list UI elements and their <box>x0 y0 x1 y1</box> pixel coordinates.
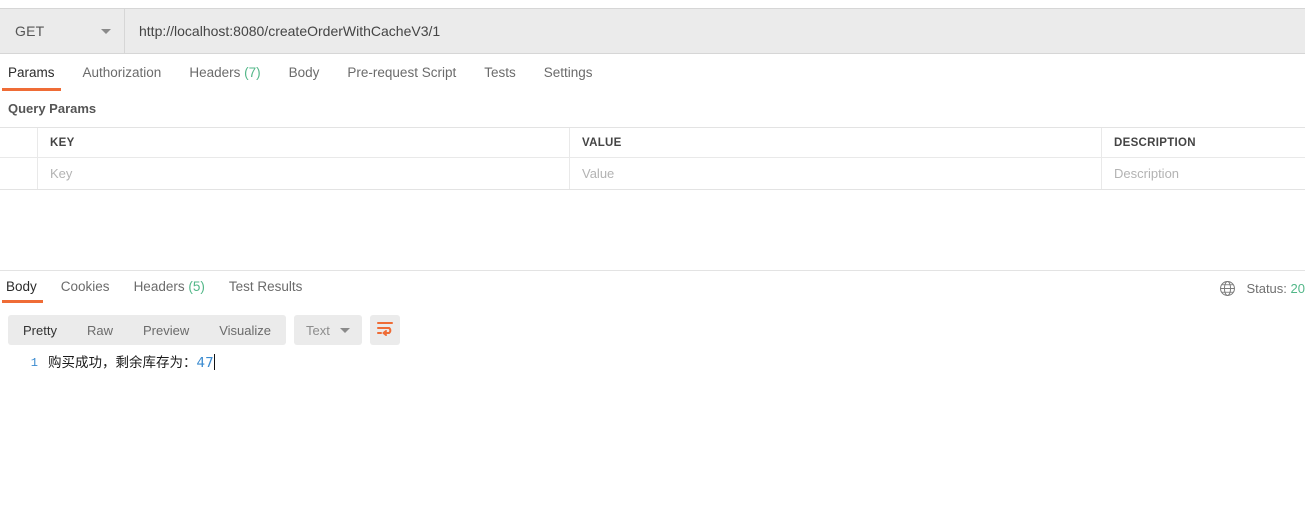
response-tab-bar: Body Cookies Headers (5) Test Results <box>0 276 1305 304</box>
response-body-viewer[interactable]: 1 购买成功，剩余库存为：47 <box>0 352 1305 517</box>
table-header-row: KEY VALUE DESCRIPTION <box>0 128 1305 158</box>
tab-authorization-label: Authorization <box>82 65 162 80</box>
response-tab-cookies-label: Cookies <box>60 279 110 294</box>
url-bar: GET <box>0 8 1305 54</box>
word-wrap-toggle-button[interactable] <box>369 315 400 345</box>
tab-body[interactable]: Body <box>275 60 334 91</box>
tab-body-label: Body <box>288 65 320 80</box>
response-view-toolbar: Pretty Raw Preview Visualize Text <box>8 315 400 345</box>
globe-icon[interactable] <box>1219 280 1236 297</box>
http-method-label: GET <box>15 23 45 39</box>
tab-headers[interactable]: Headers (7) <box>175 60 274 91</box>
http-method-select[interactable]: GET <box>0 9 125 53</box>
chevron-down-icon <box>101 28 111 34</box>
tab-headers-count: (7) <box>244 65 261 80</box>
view-mode-raw[interactable]: Raw <box>72 315 128 345</box>
response-format-select[interactable]: Text <box>294 315 362 345</box>
header-checkbox-cell <box>0 128 38 157</box>
response-tab-body[interactable]: Body <box>0 276 49 303</box>
param-value-input[interactable]: Value <box>570 158 1102 189</box>
tab-pre-request-script-label: Pre-request Script <box>347 65 457 80</box>
response-body-message: 购买成功，剩余库存为： <box>48 355 197 371</box>
response-meta: Status: 20 <box>1219 280 1305 297</box>
response-tab-test-results-label: Test Results <box>228 279 303 294</box>
code-line: 1 购买成功，剩余库存为：47 <box>0 352 1305 374</box>
column-header-description: DESCRIPTION <box>1114 136 1196 149</box>
response-tab-headers-label: Headers <box>133 279 185 294</box>
view-mode-preview[interactable]: Preview <box>128 315 204 345</box>
request-tab-bar: Params Authorization Headers (7) Body Pr… <box>0 60 1305 95</box>
tab-settings[interactable]: Settings <box>530 60 607 91</box>
tab-tests-label: Tests <box>484 65 516 80</box>
tab-params-label: Params <box>8 65 55 80</box>
column-header-value: VALUE <box>570 128 1102 157</box>
view-mode-pretty[interactable]: Pretty <box>8 315 72 345</box>
response-tab-headers-count: (5) <box>188 279 205 294</box>
tab-params[interactable]: Params <box>0 60 69 91</box>
tab-headers-label: Headers <box>189 65 241 80</box>
status-badge: Status: 20 <box>1246 281 1305 296</box>
status-code: 20 <box>1290 281 1305 296</box>
view-mode-visualize[interactable]: Visualize <box>204 315 286 345</box>
response-body-number: 47 <box>196 355 214 371</box>
response-tab-headers[interactable]: Headers (5) <box>122 276 217 303</box>
tab-authorization[interactable]: Authorization <box>69 60 176 91</box>
line-number: 1 <box>30 356 38 370</box>
response-tab-cookies[interactable]: Cookies <box>49 276 122 303</box>
status-label: Status: <box>1246 281 1287 296</box>
response-tab-body-label: Body <box>6 279 37 294</box>
response-body-text[interactable]: 购买成功，剩余库存为：47 <box>48 352 216 374</box>
request-url-input[interactable] <box>125 9 1305 53</box>
chevron-down-icon <box>339 327 350 333</box>
response-divider <box>0 270 1305 271</box>
tab-pre-request-script[interactable]: Pre-request Script <box>333 60 470 91</box>
postman-request-response-pane: GET Params Authorization Headers (7) Bod… <box>0 0 1305 517</box>
param-key-input[interactable]: Key <box>38 158 570 189</box>
column-header-key: KEY <box>38 128 570 157</box>
response-view-mode-group: Pretty Raw Preview Visualize <box>8 315 287 345</box>
param-description-input[interactable]: Description <box>1102 158 1305 189</box>
response-format-label: Text <box>306 322 330 338</box>
row-checkbox-cell[interactable] <box>0 158 38 189</box>
query-params-title: Query Params <box>8 101 97 116</box>
response-tab-test-results[interactable]: Test Results <box>217 276 315 303</box>
query-params-table: KEY VALUE DESCRIPTION Key Value Descript… <box>0 127 1305 190</box>
tab-tests[interactable]: Tests <box>470 60 530 91</box>
tab-settings-label: Settings <box>543 65 593 80</box>
word-wrap-icon <box>376 320 394 341</box>
table-row[interactable]: Key Value Description <box>0 158 1305 189</box>
text-cursor <box>213 354 216 370</box>
